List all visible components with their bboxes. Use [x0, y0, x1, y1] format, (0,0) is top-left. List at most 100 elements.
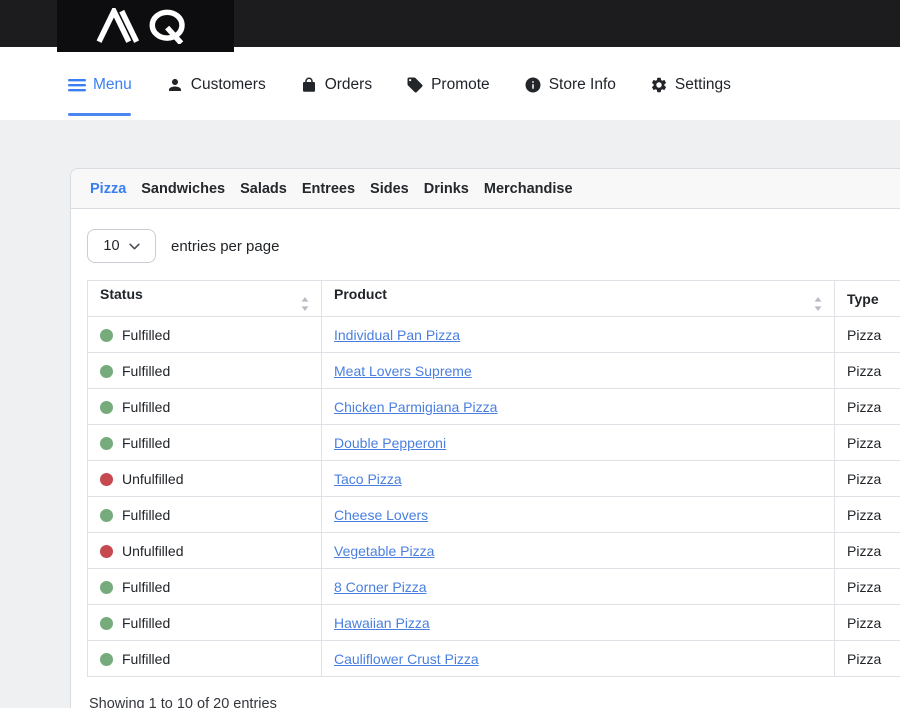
type-label: Pizza: [847, 507, 881, 523]
type-cell: Pizza: [835, 461, 900, 497]
nav-item-store-info[interactable]: Store Info: [524, 76, 616, 94]
nav-item-settings[interactable]: Settings: [650, 76, 731, 94]
nav-items: Menu Customers Orders Promote Store Info: [68, 76, 731, 94]
product-header-label: Product: [334, 286, 387, 302]
status-cell: Unfulfilled: [88, 533, 322, 569]
type-label: Pizza: [847, 615, 881, 631]
nav-item-orders[interactable]: Orders: [300, 76, 372, 94]
type-cell: Pizza: [835, 569, 900, 605]
active-nav-underline: [68, 113, 131, 116]
bag-icon: [300, 76, 318, 94]
type-label: Pizza: [847, 363, 881, 379]
column-header-product[interactable]: Product: [322, 281, 835, 317]
status-label: Fulfilled: [122, 363, 170, 379]
product-link[interactable]: Double Pepperoni: [334, 435, 446, 451]
nav-label-customers: Customers: [191, 76, 266, 94]
table-row: Fulfilled Cheese Lovers Pizza: [88, 497, 900, 533]
entries-per-page-label: entries per page: [171, 238, 279, 255]
main-navbar: Menu Customers Orders Promote Store Info: [0, 47, 900, 120]
status-cell: Unfulfilled: [88, 461, 322, 497]
tab-sandwiches[interactable]: Sandwiches: [141, 181, 225, 197]
status-cell: Fulfilled: [88, 389, 322, 425]
brand-logo[interactable]: [57, 0, 234, 52]
status-cell: Fulfilled: [88, 641, 322, 677]
status-label: Fulfilled: [122, 579, 170, 595]
type-cell: Pizza: [835, 425, 900, 461]
entries-summary: Showing 1 to 10 of 20 entries: [87, 696, 900, 708]
product-link[interactable]: Vegetable Pizza: [334, 543, 434, 559]
tab-entrees[interactable]: Entrees: [302, 181, 355, 197]
tag-icon: [406, 76, 424, 94]
product-cell: Vegetable Pizza: [322, 533, 835, 569]
entries-per-page-select[interactable]: 10: [87, 229, 156, 263]
type-label: Pizza: [847, 399, 881, 415]
card-body: 10 entries per page Status: [71, 209, 900, 708]
chevron-down-icon: [129, 243, 140, 250]
status-header-label: Status: [100, 286, 143, 302]
product-link[interactable]: Chicken Parmigiana Pizza: [334, 399, 497, 415]
type-label: Pizza: [847, 435, 881, 451]
nav-item-customers[interactable]: Customers: [166, 76, 266, 94]
status-cell: Fulfilled: [88, 317, 322, 353]
type-cell: Pizza: [835, 605, 900, 641]
type-cell: Pizza: [835, 641, 900, 677]
nav-item-menu[interactable]: Menu: [68, 76, 132, 94]
page-size-row: 10 entries per page: [87, 229, 900, 263]
product-link[interactable]: 8 Corner Pizza: [334, 579, 427, 595]
type-cell: Pizza: [835, 389, 900, 425]
status-cell: Fulfilled: [88, 569, 322, 605]
status-label: Fulfilled: [122, 651, 170, 667]
nav-label-menu: Menu: [93, 76, 132, 94]
status-dot-icon: [100, 437, 113, 450]
status-label: Unfulfilled: [122, 471, 183, 487]
product-link[interactable]: Cheese Lovers: [334, 507, 428, 523]
product-link[interactable]: Cauliflower Crust Pizza: [334, 651, 479, 667]
status-cell: Fulfilled: [88, 353, 322, 389]
product-cell: 8 Corner Pizza: [322, 569, 835, 605]
gear-icon: [650, 76, 668, 94]
entries-per-page-value: 10: [103, 238, 119, 254]
tab-sides[interactable]: Sides: [370, 181, 409, 197]
info-icon: [524, 76, 542, 94]
product-cell: Taco Pizza: [322, 461, 835, 497]
status-dot-icon: [100, 329, 113, 342]
status-cell: Fulfilled: [88, 605, 322, 641]
table-row: Fulfilled Hawaiian Pizza Pizza: [88, 605, 900, 641]
status-label: Fulfilled: [122, 507, 170, 523]
status-dot-icon: [100, 401, 113, 414]
status-dot-icon: [100, 653, 113, 666]
product-cell: Cheese Lovers: [322, 497, 835, 533]
sort-product-icon[interactable]: [814, 297, 822, 311]
product-link[interactable]: Individual Pan Pizza: [334, 327, 460, 343]
aiq-logo-icon: [90, 8, 202, 44]
status-cell: Fulfilled: [88, 425, 322, 461]
type-label: Pizza: [847, 327, 881, 343]
type-label: Pizza: [847, 471, 881, 487]
column-header-type[interactable]: Type: [835, 281, 900, 317]
tab-drinks[interactable]: Drinks: [424, 181, 469, 197]
sort-status-icon[interactable]: [301, 297, 309, 311]
product-link[interactable]: Hawaiian Pizza: [334, 615, 430, 631]
product-link[interactable]: Taco Pizza: [334, 471, 402, 487]
table-body: Fulfilled Individual Pan Pizza Pizza Ful…: [88, 317, 900, 677]
product-cell: Cauliflower Crust Pizza: [322, 641, 835, 677]
table-row: Unfulfilled Vegetable Pizza Pizza: [88, 533, 900, 569]
status-cell: Fulfilled: [88, 497, 322, 533]
status-label: Fulfilled: [122, 615, 170, 631]
type-cell: Pizza: [835, 353, 900, 389]
table-row: Fulfilled Individual Pan Pizza Pizza: [88, 317, 900, 353]
nav-label-settings: Settings: [675, 76, 731, 94]
tab-pizza[interactable]: Pizza: [90, 181, 126, 197]
type-cell: Pizza: [835, 497, 900, 533]
nav-item-promote[interactable]: Promote: [406, 76, 490, 94]
product-cell: Meat Lovers Supreme: [322, 353, 835, 389]
nav-label-store-info: Store Info: [549, 76, 616, 94]
tab-salads[interactable]: Salads: [240, 181, 287, 197]
column-header-status[interactable]: Status: [88, 281, 322, 317]
table-row: Fulfilled Chicken Parmigiana Pizza Pizza: [88, 389, 900, 425]
status-label: Fulfilled: [122, 327, 170, 343]
nav-label-orders: Orders: [325, 76, 372, 94]
category-tabs: Pizza Sandwiches Salads Entrees Sides Dr…: [71, 169, 900, 209]
tab-merchandise[interactable]: Merchandise: [484, 181, 573, 197]
product-link[interactable]: Meat Lovers Supreme: [334, 363, 472, 379]
